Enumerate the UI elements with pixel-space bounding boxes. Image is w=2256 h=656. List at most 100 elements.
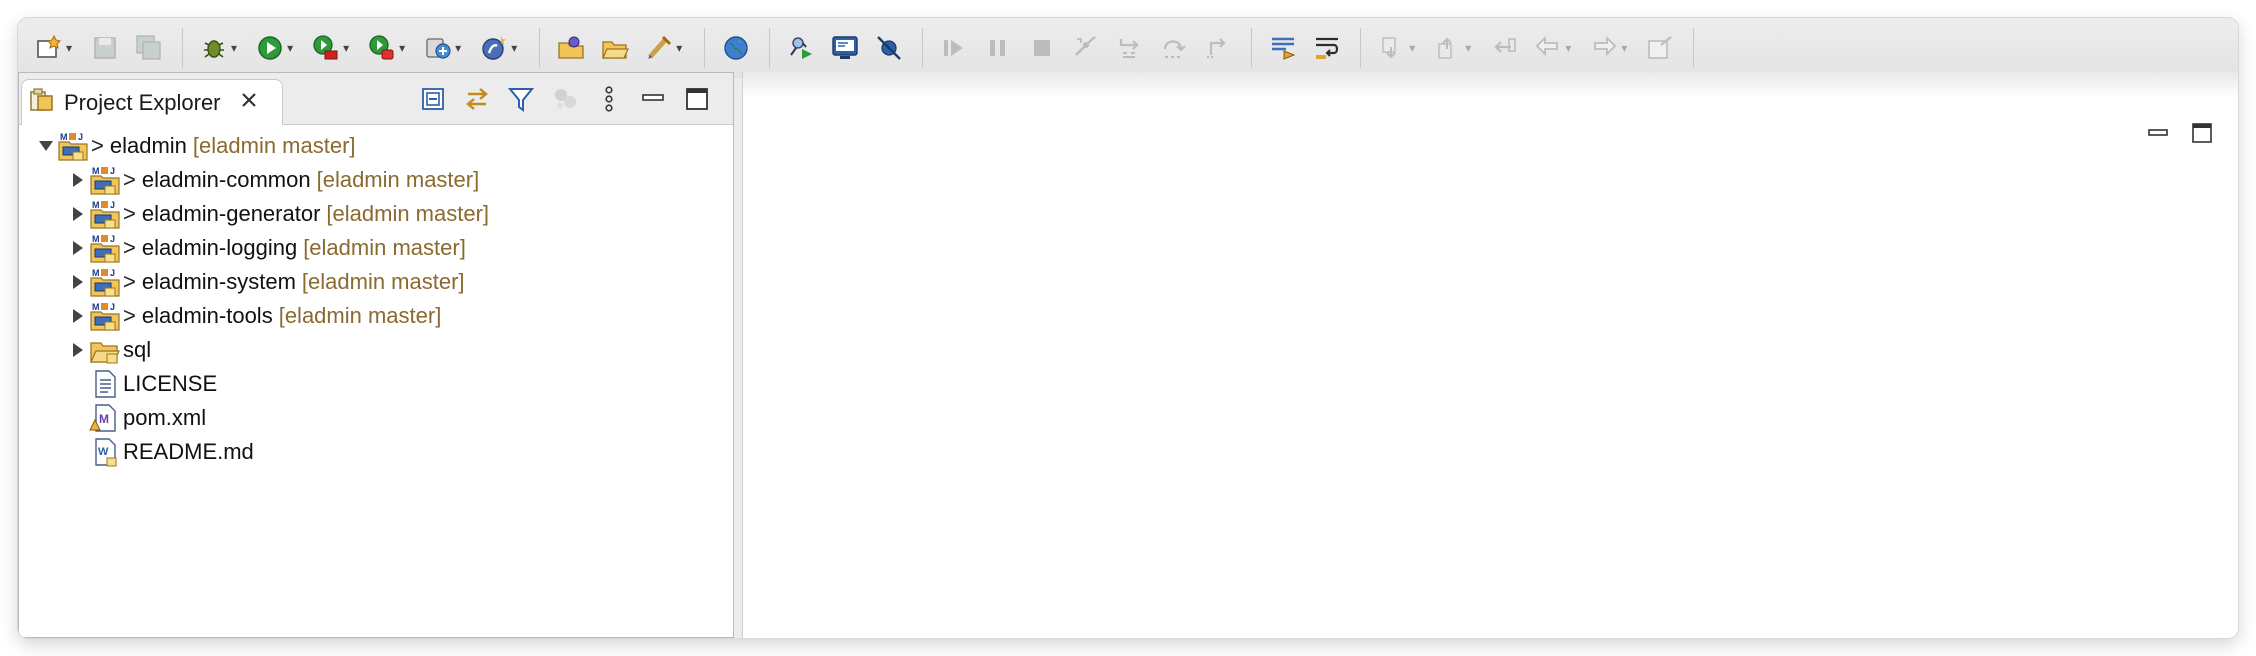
tab-project-explorer[interactable]: Project Explorer — [21, 79, 283, 125]
minimize-icon[interactable] — [2136, 118, 2180, 148]
svg-text:M: M — [92, 200, 100, 210]
tree-item[interactable]: LICENSE — [19, 367, 733, 401]
chevron-down-icon[interactable]: ▾ — [1465, 41, 1471, 55]
next-annotation-button[interactable]: ▾ — [1371, 28, 1425, 68]
previous-annotation-icon — [1433, 33, 1463, 63]
minimize-icon[interactable] — [631, 81, 675, 117]
resume-button[interactable] — [933, 28, 975, 68]
last-edit-location-button[interactable] — [1483, 28, 1525, 68]
tree-item[interactable]: W README.md — [19, 435, 733, 469]
collapsed-arrow-icon[interactable] — [69, 205, 87, 223]
chevron-down-icon[interactable]: ▾ — [1565, 41, 1571, 55]
text-file-icon — [89, 368, 121, 400]
close-icon[interactable] — [239, 90, 259, 115]
globe-button[interactable] — [715, 28, 757, 68]
svg-text:M: M — [92, 268, 100, 278]
chevron-down-icon[interactable]: ▾ — [511, 41, 517, 55]
git-branch-decoration: [eladmin master] — [301, 269, 465, 294]
tasks-button[interactable]: ▾ — [638, 28, 692, 68]
external-tools-button[interactable]: ▾ — [361, 28, 415, 68]
suspend-icon — [983, 33, 1013, 63]
collapsed-arrow-icon[interactable] — [69, 239, 87, 257]
tree-item[interactable]: M J > eladmin-common [eladmin master] — [19, 163, 733, 197]
previous-annotation-button[interactable]: ▾ — [1427, 28, 1481, 68]
tree-item[interactable]: M J > eladmin-tools [eladmin master] — [19, 299, 733, 333]
markdown-file-icon: W — [89, 436, 121, 468]
collapsed-arrow-icon[interactable] — [69, 341, 87, 359]
chevron-down-icon[interactable]: ▾ — [343, 41, 349, 55]
toggle-mark-occurrences-button[interactable] — [1262, 28, 1304, 68]
view-menu-icon[interactable] — [587, 81, 631, 117]
debug-button[interactable]: ▾ — [193, 28, 247, 68]
toggle-mark-occurrences-icon — [1268, 33, 1298, 63]
expanded-arrow-icon[interactable] — [37, 137, 55, 155]
tree-item[interactable]: sql — [19, 333, 733, 367]
save-button[interactable] — [84, 28, 126, 68]
new-server-button[interactable]: ▾ — [417, 28, 471, 68]
console-icon — [830, 33, 860, 63]
git-dirty-marker: > — [123, 269, 136, 294]
git-dirty-marker: > — [123, 303, 136, 328]
chevron-down-icon[interactable]: ▾ — [1409, 41, 1415, 55]
chevron-down-icon[interactable]: ▾ — [231, 41, 237, 55]
chevron-down-icon[interactable]: ▾ — [287, 41, 293, 55]
tree-item[interactable]: M J > eladmin [eladmin master] — [19, 129, 733, 163]
console-button[interactable] — [824, 28, 866, 68]
git-dirty-marker: > — [123, 201, 136, 226]
suspend-button[interactable] — [977, 28, 1019, 68]
chevron-down-icon[interactable]: ▾ — [455, 41, 461, 55]
new-wizard-icon — [34, 33, 64, 63]
folder-icon — [89, 334, 121, 366]
step-return-button[interactable] — [1197, 28, 1239, 68]
svg-text:J: J — [110, 200, 115, 210]
git-branch-decoration: [eladmin master] — [303, 235, 466, 260]
open-folder-button[interactable] — [594, 28, 636, 68]
collapsed-arrow-icon[interactable] — [69, 273, 87, 291]
project-explorer-header: Project Explorer — [19, 73, 733, 125]
back-button[interactable]: ▾ — [1527, 28, 1581, 68]
tasks-icon — [644, 33, 674, 63]
run-button[interactable]: ▾ — [249, 28, 303, 68]
tree-item[interactable]: M J > eladmin-system [eladmin master] — [19, 265, 733, 299]
tree-item[interactable]: M J > eladmin-generator [eladmin master] — [19, 197, 733, 231]
tree-item-label: eladmin-system — [141, 269, 296, 294]
save-all-button[interactable] — [128, 28, 170, 68]
tree-item[interactable]: Mpom.xml — [19, 401, 733, 435]
collapsed-arrow-icon[interactable] — [69, 171, 87, 189]
maximize-icon[interactable] — [2180, 118, 2224, 148]
filter-icon[interactable] — [499, 81, 543, 117]
toggle-word-wrap-icon — [1312, 33, 1342, 63]
chevron-down-icon[interactable]: ▾ — [676, 41, 682, 55]
pin-editor-button[interactable] — [1639, 28, 1681, 68]
tree-item[interactable]: M J > eladmin-logging [eladmin master] — [19, 231, 733, 265]
skip-breakpoints-button[interactable] — [868, 28, 910, 68]
svg-text:W: W — [98, 446, 109, 458]
focus-icon[interactable] — [543, 81, 587, 117]
step-into-button[interactable] — [1109, 28, 1151, 68]
run-coverage-button[interactable]: ▾ — [305, 28, 359, 68]
main-toolbar: ▾ ▾ ▾ ▾ ▾ ▾ ▾ ▾ ▾ ▾ ▾ ▾ — [18, 18, 2238, 78]
chevron-down-icon[interactable]: ▾ — [1621, 41, 1627, 55]
collapsed-arrow-icon[interactable] — [69, 307, 87, 325]
step-into-icon — [1115, 33, 1145, 63]
chevron-down-icon[interactable]: ▾ — [399, 41, 405, 55]
pin-editor-icon — [1645, 33, 1675, 63]
link-with-editor-icon[interactable] — [455, 81, 499, 117]
spring-button[interactable]: ▾ — [473, 28, 527, 68]
forward-button[interactable]: ▾ — [1583, 28, 1637, 68]
collapse-all-icon[interactable] — [411, 81, 455, 117]
open-type-button[interactable] — [550, 28, 592, 68]
run-icon — [255, 33, 285, 63]
toggle-word-wrap-button[interactable] — [1306, 28, 1348, 68]
toolbar-separator — [704, 28, 706, 68]
new-server-icon — [423, 33, 453, 63]
terminate-button[interactable] — [1021, 28, 1063, 68]
disconnect-button[interactable] — [1065, 28, 1107, 68]
chevron-down-icon[interactable]: ▾ — [66, 41, 72, 55]
new-wizard-button[interactable]: ▾ — [28, 28, 82, 68]
tree-item-label: eladmin-logging — [141, 235, 298, 260]
globe-icon — [721, 33, 751, 63]
search-run-button[interactable] — [780, 28, 822, 68]
maximize-icon[interactable] — [675, 81, 719, 117]
step-over-button[interactable] — [1153, 28, 1195, 68]
